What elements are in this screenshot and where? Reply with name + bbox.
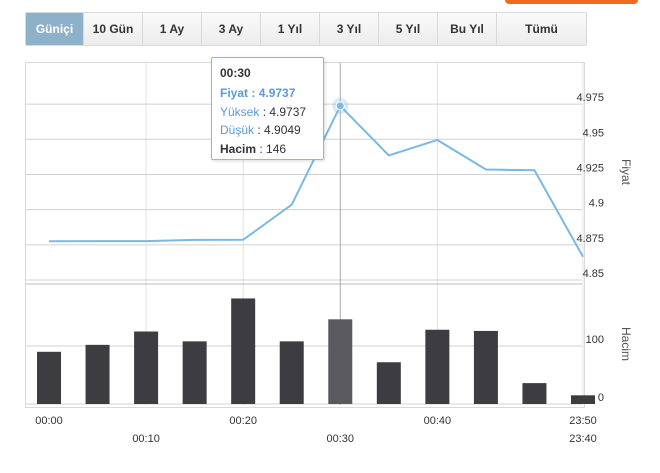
price-tick-label: 4.9	[589, 198, 604, 210]
x-tick-label-bottom: 00:10	[132, 433, 160, 445]
volume-bar	[37, 351, 61, 404]
tooltip-price-value: 4.9737	[258, 86, 296, 100]
price-tick-label: 4.925	[576, 162, 604, 174]
tooltip-low-label: Düşük	[220, 123, 255, 137]
volume-bar	[231, 298, 256, 404]
chart-tooltip: 00:30 Fiyat : 4.9737 Yüksek : 4.9737 Düş…	[211, 57, 324, 160]
tooltip-high: Yüksek : 4.9737	[220, 105, 307, 119]
x-tick-label-bottom: 23:40	[569, 433, 597, 445]
volume-axis-title: Hacim	[619, 327, 633, 361]
price-point-marker	[335, 101, 345, 111]
price-volume-chart[interactable]: 4.85 4.875 4.9 4.925 4.95 4.975 0 100 Fiyat Hacim…	[0, 0, 660, 473]
volume-bar	[522, 383, 547, 404]
tooltip-volume: Hacim : 146	[220, 142, 287, 156]
price-tick-label: 4.95	[583, 127, 604, 139]
tooltip-high-value: 4.9737	[269, 105, 307, 119]
tooltip-volume-label: Hacim	[220, 142, 257, 156]
tooltip-high-label: Yüksek	[220, 105, 260, 119]
tooltip-price: Fiyat : 4.9737	[220, 86, 296, 100]
volume-bar	[134, 331, 159, 404]
volume-bar	[182, 341, 207, 404]
tooltip-price-label: Fiyat	[220, 86, 249, 100]
price-axis-title: Fiyat	[619, 159, 633, 186]
tooltip-low: Düşük : 4.9049	[220, 123, 301, 137]
volume-bar	[571, 395, 595, 404]
x-tick-label-top: 23:50	[569, 415, 597, 427]
volume-tick-label: 0	[598, 392, 604, 404]
price-tick-label: 4.875	[576, 233, 604, 245]
volume-bar	[85, 344, 110, 404]
tooltip-low-value: 4.9049	[264, 123, 301, 137]
volume-tick-label: 100	[586, 334, 604, 346]
price-tick-label: 4.85	[583, 268, 604, 280]
x-tick-label-top: 00:20	[229, 415, 257, 427]
tooltip-volume-value: 146	[266, 142, 287, 156]
x-tick-label-bottom: 00:30	[327, 433, 355, 445]
price-tick-label: 4.975	[576, 92, 604, 104]
volume-bar	[328, 319, 353, 404]
volume-bar	[279, 341, 304, 404]
volume-bar	[376, 362, 401, 404]
volume-bar	[425, 329, 450, 404]
tooltip-time: 00:30	[220, 66, 251, 80]
volume-bar	[473, 330, 498, 404]
x-tick-label-top: 00:00	[35, 415, 63, 427]
x-tick-label-top: 00:40	[424, 415, 452, 427]
